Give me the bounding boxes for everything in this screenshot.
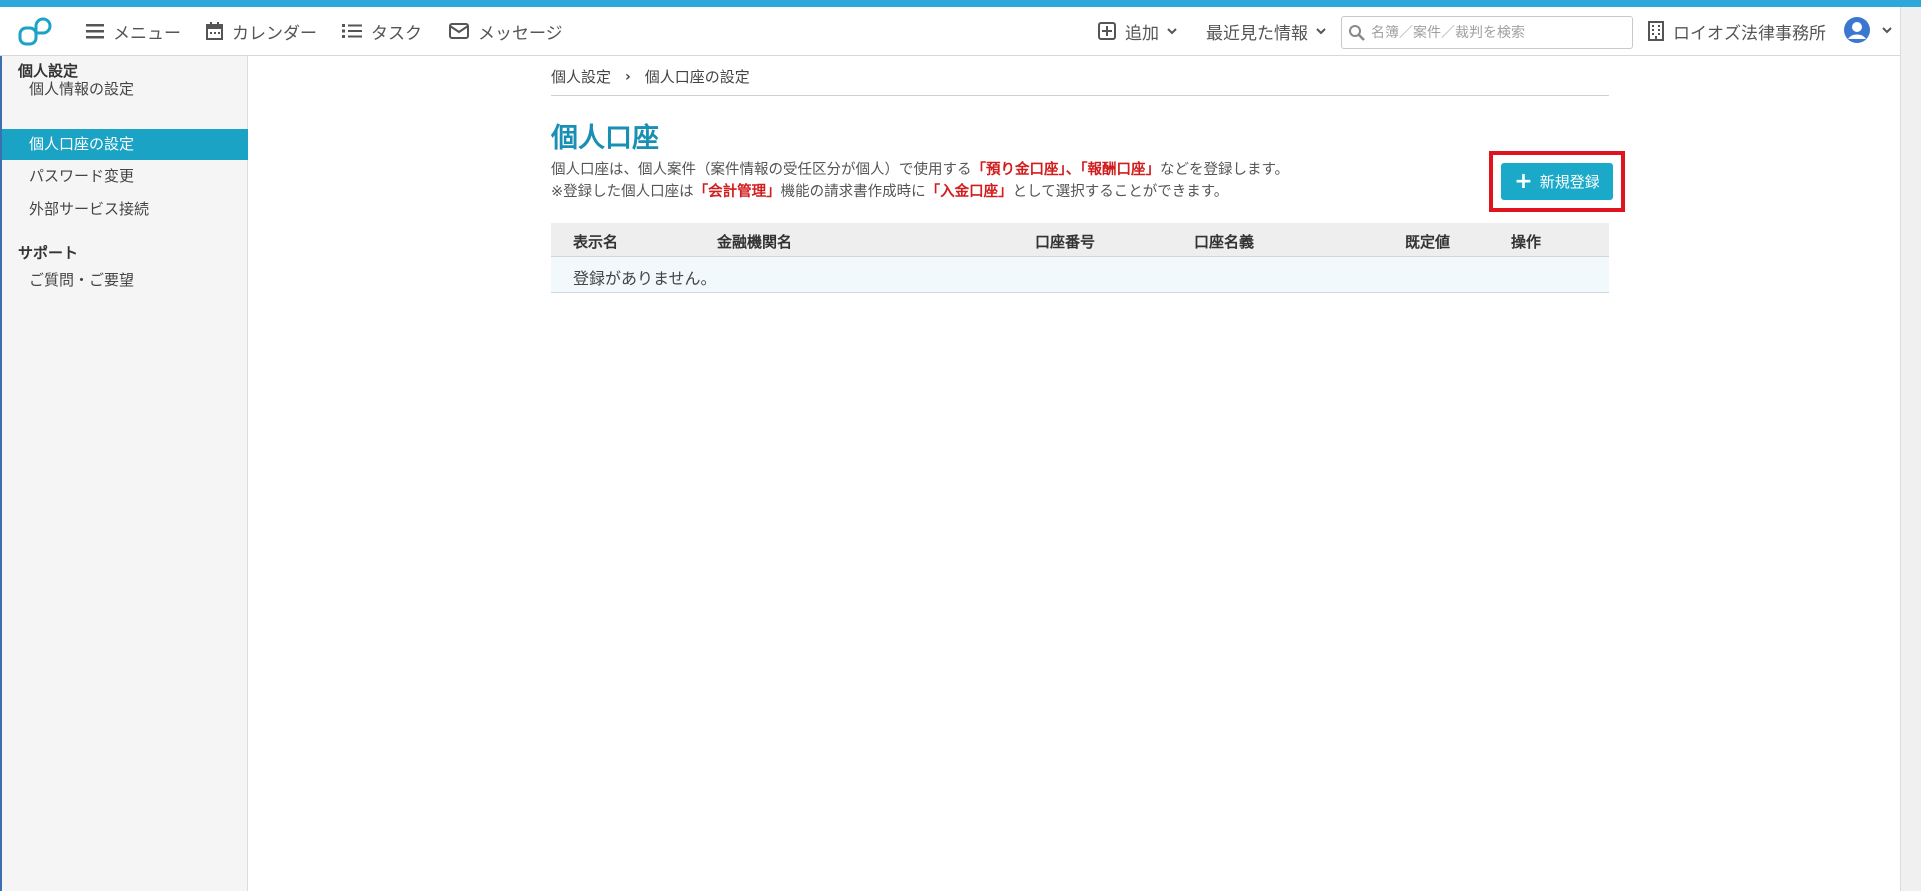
accounts-table: 表示名 金融機関名 口座番号 口座名義 既定値 操作 登録がありません。	[551, 223, 1609, 293]
new-register-button[interactable]: + 新規登録	[1501, 163, 1613, 200]
nav-calendar-label: カレンダー	[232, 23, 317, 44]
description-line-1: 個人口座は、個人案件（案件情報の受任区分が個人）で使用する「預り金口座」、「報酬…	[551, 158, 1289, 179]
main-content: 個人設定 › 個人口座の設定 個人口座 個人口座は、個人案件（案件情報の受任区分…	[249, 56, 1900, 891]
col-bank-name: 金融機関名	[717, 233, 793, 251]
office-name: ロイオズ法律事務所	[1673, 23, 1826, 44]
plus-icon: +	[1514, 168, 1533, 194]
table-row: 登録がありません。	[551, 257, 1609, 293]
empty-message: 登録がありません。	[573, 269, 717, 288]
page-title: 個人口座	[551, 123, 659, 154]
search-input[interactable]	[1371, 24, 1626, 41]
sidebar-section-support: サポート	[18, 244, 79, 262]
avatar-icon	[1844, 17, 1870, 43]
search-icon	[1349, 25, 1365, 41]
sidebar-item-personal-info[interactable]: 個人情報の設定	[2, 74, 248, 105]
recent-label: 最近見た情報	[1206, 23, 1308, 44]
nav-tasks[interactable]: タスク	[342, 19, 422, 44]
envelope-icon	[449, 23, 469, 39]
office-selector[interactable]: ロイオズ法律事務所	[1648, 19, 1826, 44]
desc-text: などを登録します。	[1160, 162, 1290, 178]
app-logo-icon[interactable]	[16, 14, 56, 50]
settings-sidebar: 個人設定 個人情報の設定 個人口座の設定 パスワード変更 外部サービス接続 サポ…	[0, 56, 248, 891]
sidebar-item-feedback[interactable]: ご質問・ご要望	[2, 265, 248, 296]
nav-menu-label: メニュー	[113, 23, 181, 44]
breadcrumb: 個人設定 › 個人口座の設定	[551, 66, 750, 87]
col-account-holder: 口座名義	[1194, 233, 1255, 251]
chevron-down-icon	[1167, 27, 1177, 34]
chevron-down-icon	[1882, 26, 1892, 33]
nav-messages[interactable]: メッセージ	[449, 19, 563, 44]
sidebar-item-password[interactable]: パスワード変更	[2, 161, 248, 192]
description-line-2: ※登録した個人口座は「会計管理」機能の請求書作成時に「入金口座」として選択するこ…	[551, 180, 1228, 201]
desc-text: として選択することができます。	[1012, 184, 1229, 200]
col-default: 既定値	[1405, 233, 1451, 251]
nav-messages-label: メッセージ	[478, 23, 563, 44]
desc-highlight: 「預り金口座」、「報酬口座」	[971, 162, 1161, 178]
desc-highlight: 「会計管理」	[693, 184, 781, 200]
highlight-box: + 新規登録	[1489, 151, 1625, 212]
chevron-down-icon	[1316, 27, 1326, 34]
breadcrumb-current: 個人口座の設定	[644, 68, 750, 86]
desc-text: ※登録した個人口座は	[551, 184, 694, 200]
search-box[interactable]	[1341, 16, 1633, 49]
desc-highlight: 「入金口座」	[925, 184, 1013, 200]
desc-text: 機能の請求書作成時に	[780, 184, 926, 200]
new-register-label: 新規登録	[1539, 173, 1600, 191]
plus-square-icon	[1098, 22, 1116, 40]
nav-menu[interactable]: メニュー	[86, 19, 181, 44]
col-display-name: 表示名	[573, 233, 619, 251]
top-accent-bar	[0, 0, 1921, 7]
recent-dropdown[interactable]: 最近見た情報	[1206, 19, 1335, 44]
hamburger-icon	[86, 24, 104, 39]
add-dropdown[interactable]: 追加	[1098, 19, 1186, 44]
building-icon	[1648, 21, 1664, 41]
chevron-right-icon: ›	[625, 68, 631, 85]
divider	[551, 95, 1609, 96]
sidebar-item-personal-account[interactable]: 個人口座の設定	[2, 129, 248, 160]
breadcrumb-parent[interactable]: 個人設定	[551, 66, 611, 87]
table-header: 表示名 金融機関名 口座番号 口座名義 既定値 操作	[551, 223, 1609, 257]
nav-calendar[interactable]: カレンダー	[206, 19, 317, 44]
calendar-icon	[206, 22, 223, 40]
top-navigation-bar: メニュー カレンダー タスク メッセージ 追加 最近見た情報 ロイオズ法律事務所	[0, 7, 1900, 56]
scrollbar[interactable]	[1900, 7, 1921, 891]
add-label: 追加	[1125, 23, 1159, 44]
nav-tasks-label: タスク	[371, 23, 422, 44]
desc-text: 個人口座は、個人案件（案件情報の受任区分が個人）で使用する	[551, 162, 972, 178]
sidebar-item-external-services[interactable]: 外部サービス接続	[2, 194, 248, 225]
list-icon	[342, 24, 362, 38]
user-menu[interactable]	[1843, 17, 1901, 43]
col-account-number: 口座番号	[1035, 233, 1096, 251]
col-actions: 操作	[1511, 233, 1542, 251]
